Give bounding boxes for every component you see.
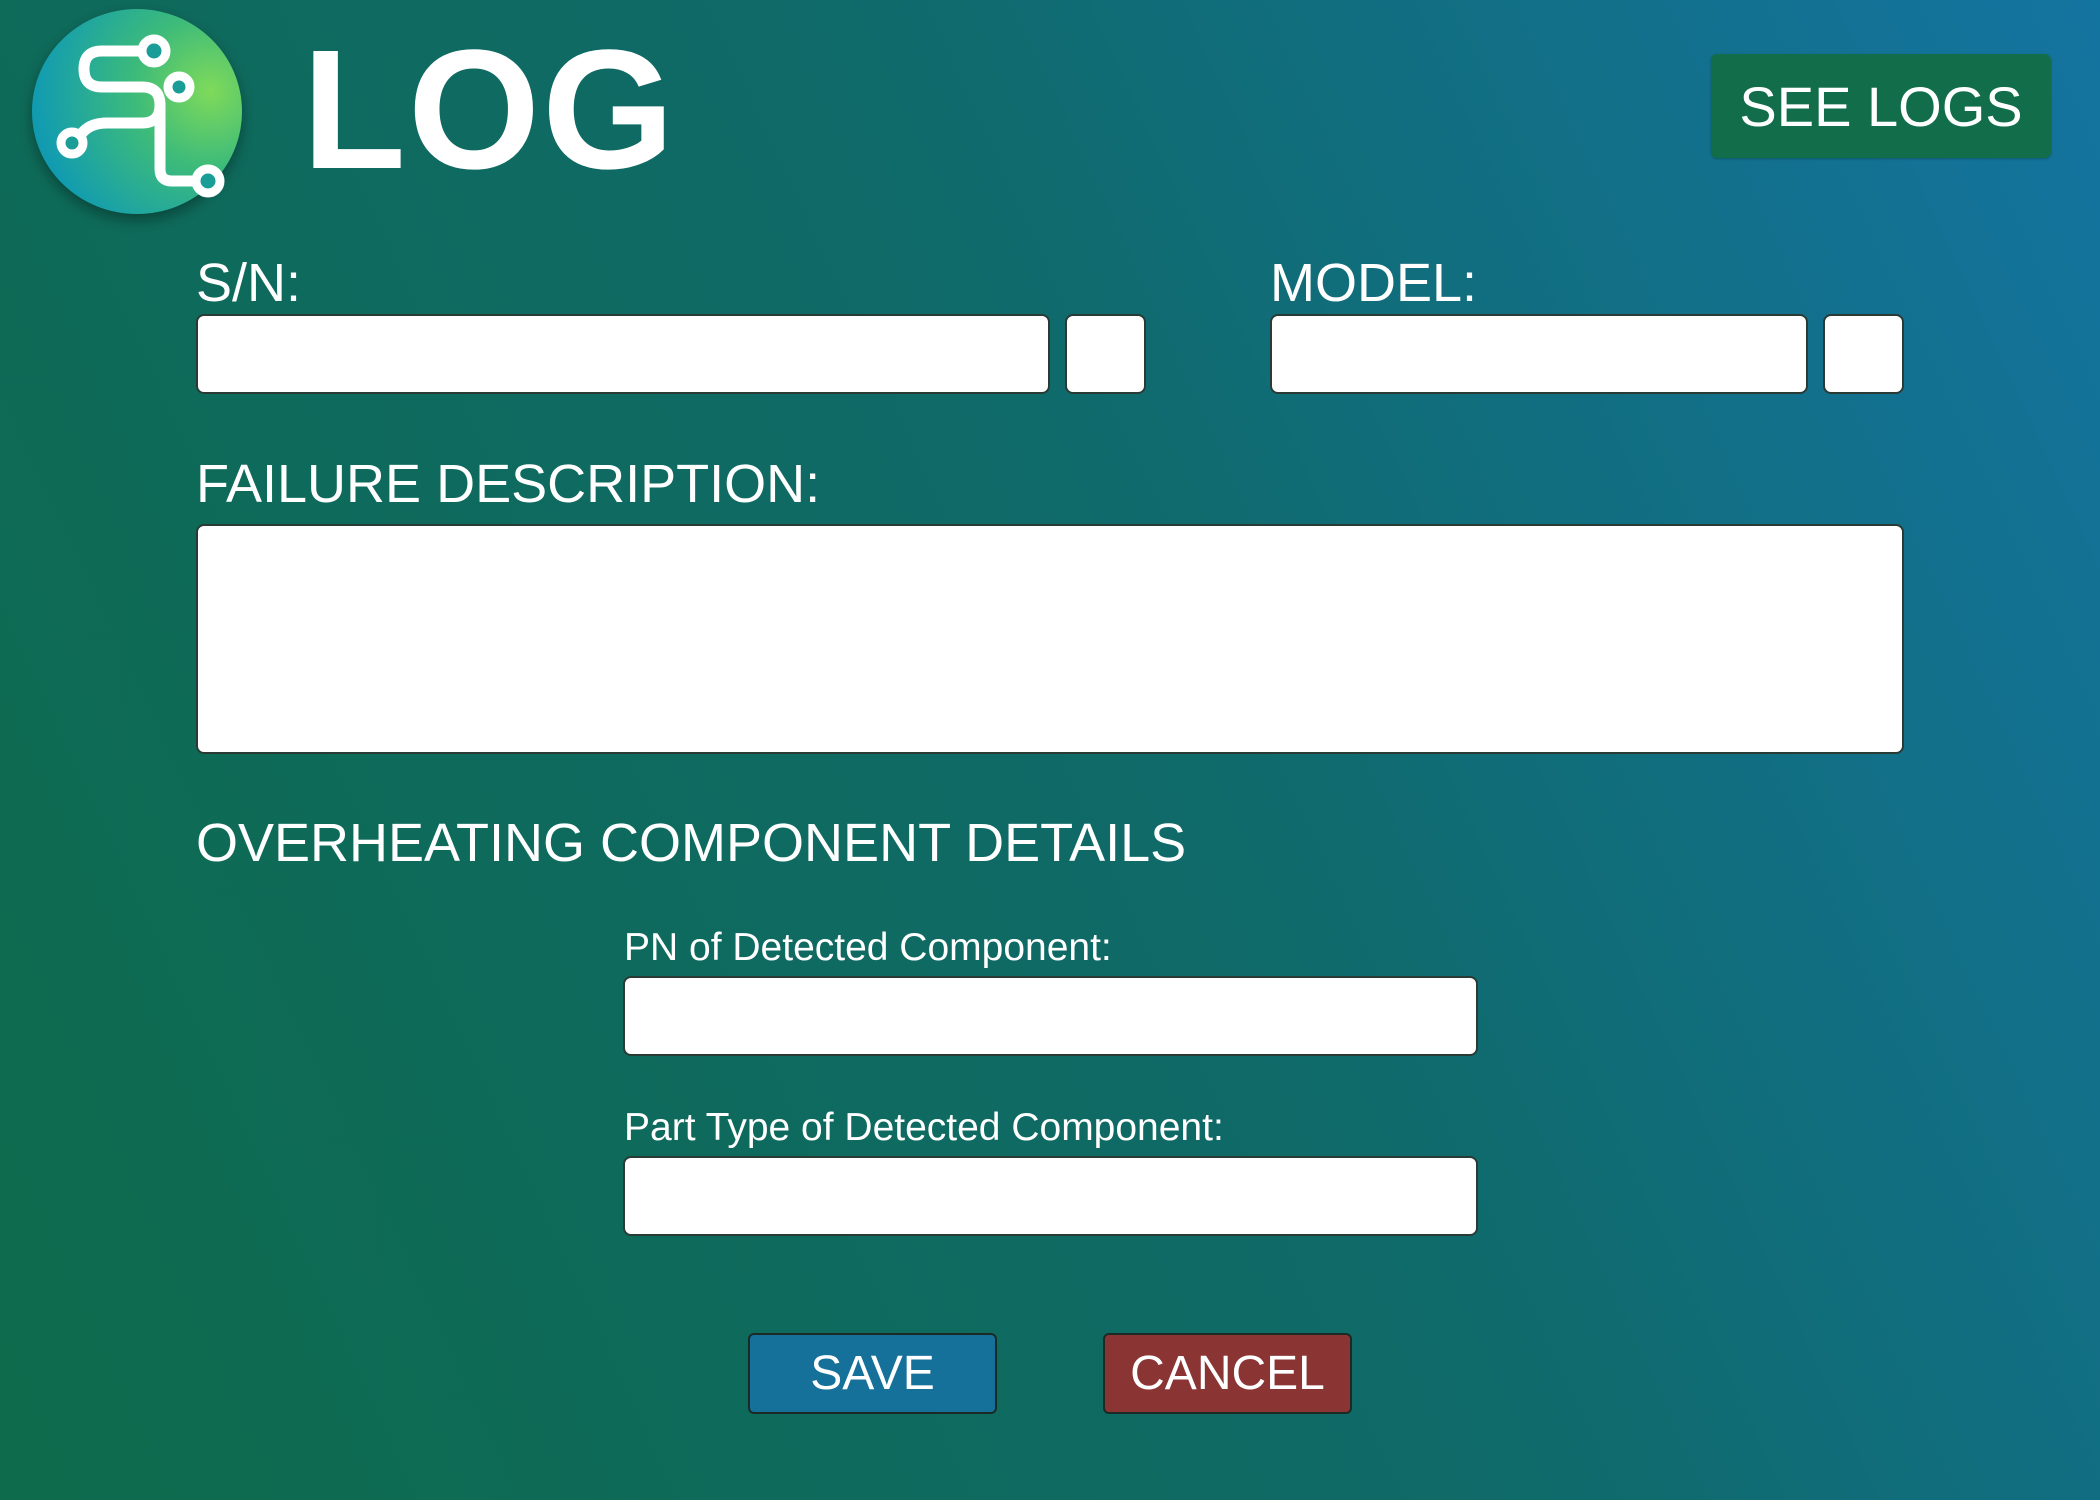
flow-path-logo-icon — [56, 34, 225, 198]
sn-input[interactable] — [196, 314, 1050, 394]
overheating-section-title: OVERHEATING COMPONENT DETAILS — [196, 813, 1187, 873]
app-logo — [32, 9, 242, 214]
pn-input[interactable] — [623, 976, 1478, 1056]
cancel-button[interactable]: CANCEL — [1103, 1333, 1352, 1414]
model-input[interactable] — [1270, 314, 1808, 394]
part-type-input[interactable] — [623, 1156, 1478, 1236]
pn-label: PN of Detected Component: — [624, 926, 1112, 969]
part-type-label: Part Type of Detected Component: — [624, 1106, 1224, 1149]
page-title: LOG — [302, 15, 677, 205]
model-side-button[interactable] — [1823, 314, 1904, 394]
failure-description-label: FAILURE DESCRIPTION: — [196, 454, 821, 514]
sn-label: S/N: — [196, 253, 302, 313]
see-logs-button[interactable]: SEE LOGS — [1711, 54, 2051, 158]
save-button[interactable]: SAVE — [748, 1333, 997, 1414]
sn-side-button[interactable] — [1065, 314, 1146, 394]
model-label: MODEL: — [1270, 253, 1478, 313]
failure-description-textarea[interactable] — [196, 524, 1904, 754]
